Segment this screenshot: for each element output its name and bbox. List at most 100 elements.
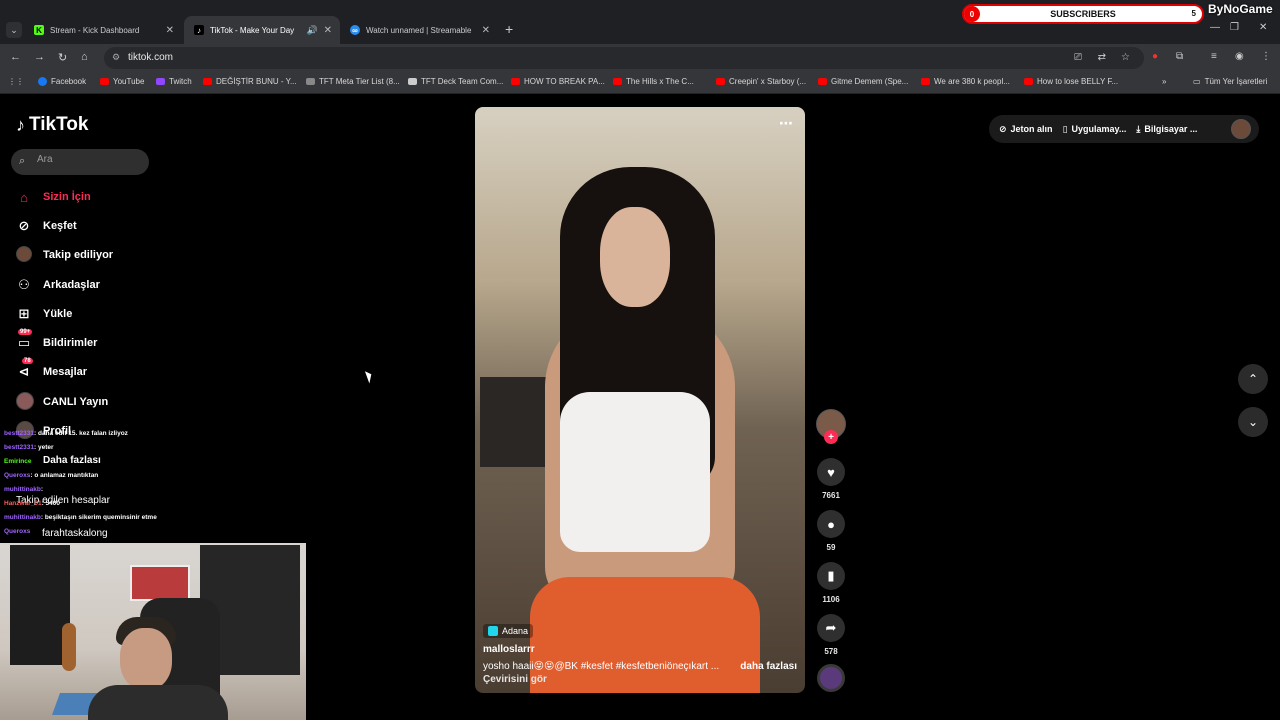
bookmark-twitch[interactable]: Twitch <box>156 77 192 86</box>
get-coins-button[interactable]: ⊘ Jeton alın <box>999 124 1053 135</box>
share-action[interactable]: ➦ 578 <box>817 614 845 656</box>
tiktok-logo[interactable]: ♪ TikTok <box>16 114 88 136</box>
youtube-icon <box>716 78 725 85</box>
see-translation-link[interactable]: Çevirisini gör <box>483 674 797 685</box>
like-action[interactable]: ♥ 7661 <box>817 458 845 500</box>
chat-text: : o anlamaz mantıktan <box>30 472 99 479</box>
chat-text: : yeter <box>34 444 54 451</box>
extensions-puzzle-icon[interactable]: ⧉ <box>1176 51 1183 62</box>
subscriber-goal: 5 <box>1191 9 1196 18</box>
bookmark-item[interactable]: Creepin' x Starboy (... <box>716 77 806 86</box>
compass-icon: ⊘ <box>18 218 30 233</box>
tab-search-chevron-icon[interactable]: ⌄ <box>6 22 22 38</box>
bookmark-item[interactable]: How to lose BELLY F... <box>1024 77 1118 86</box>
save-action[interactable]: ▮ 1106 <box>817 562 845 604</box>
video-author-username[interactable]: malloslarrr <box>483 644 797 655</box>
streamable-icon: ∞ <box>350 25 360 35</box>
bookmark-item[interactable]: TFT Deck Team Com... <box>408 77 503 86</box>
nav-messages[interactable]: ⊲ 78 Mesajlar <box>16 358 87 383</box>
webcam-streamer-body <box>88 685 228 720</box>
bookmark-item[interactable]: HOW TO BREAK PA... <box>511 77 605 86</box>
address-bar[interactable]: ⚙ tiktok.com ⎚ ⇄ ☆ <box>104 47 1144 69</box>
bookmark-star-icon[interactable]: ☆ <box>1121 52 1130 63</box>
translate-icon[interactable]: ⇄ <box>1098 52 1106 63</box>
twitch-icon <box>156 78 165 85</box>
share-icon[interactable]: ➦ <box>817 614 845 642</box>
apps-grid-icon[interactable]: ⋮⋮ <box>8 77 24 86</box>
menu-kebab-icon[interactable]: ⋮ <box>1261 51 1271 62</box>
tab-kick-dashboard[interactable]: K Stream - Kick Dashboard ✕ <box>24 16 182 44</box>
nav-for-you[interactable]: ⌂ Sizin İçin <box>16 186 91 208</box>
install-app-icon[interactable]: ⎚ <box>1074 52 1082 63</box>
button-label: Bilgisayar ... <box>1144 124 1198 134</box>
home-page-icon[interactable]: ⌂ <box>81 51 88 63</box>
video-player[interactable]: ⋯ Adana malloslarrr yosho haaii😝😝@BK #ke… <box>475 107 805 693</box>
follow-plus-icon[interactable]: + <box>824 430 838 444</box>
user-avatar[interactable] <box>1231 119 1251 139</box>
chat-username: bestt2331 <box>4 430 34 437</box>
header-actions: ⊘ Jeton alın ▯ Uygulamay... ⤓ Bilgisayar ..… <box>989 115 1259 143</box>
nav-upload[interactable]: ⊞ Yükle <box>16 303 73 325</box>
tiktok-icon: ♪ <box>16 114 25 135</box>
bookmark-item[interactable]: The Hills x The C... <box>613 77 694 86</box>
search-box[interactable]: ⌕ <box>11 149 149 175</box>
bookmark-item[interactable]: DEĞİŞTİR BUNU - Y... <box>203 77 297 86</box>
more-options-icon[interactable]: ⋯ <box>779 115 793 132</box>
like-count: 7661 <box>822 491 840 500</box>
back-icon[interactable]: ← <box>10 51 21 63</box>
chat-username: Emirince <box>4 458 32 465</box>
video-description: yosho haaii😝😝@BK #kesfet #kesfetbeniöneç… <box>483 661 797 672</box>
bookmark-facebook[interactable]: Facebook <box>38 77 86 86</box>
bookmark-icon[interactable]: ▮ <box>817 562 845 590</box>
heart-icon[interactable]: ♥ <box>817 458 845 486</box>
bookmark-label: DEĞİŞTİR BUNU - Y... <box>216 77 297 86</box>
bookmark-item[interactable]: TFT Meta Tier List (8... <box>306 77 400 86</box>
comment-action[interactable]: ● 59 <box>817 510 845 552</box>
nav-live[interactable]: CANLI Yayın <box>16 391 108 413</box>
comment-icon[interactable]: ● <box>817 510 845 538</box>
window-close-icon[interactable]: ✕ <box>1259 22 1267 33</box>
nav-following[interactable]: Takip ediliyor <box>16 244 113 266</box>
search-input[interactable] <box>37 154 137 165</box>
next-video-chevron-down-icon[interactable]: ⌄ <box>1238 407 1268 437</box>
nav-label: Yükle <box>43 308 73 320</box>
all-bookmarks-folder[interactable]: ▭ Tüm Yer İşaretleri <box>1193 77 1267 86</box>
tab-tiktok[interactable]: ♪ TikTok - Make Your Day 🔊 ✕ <box>184 16 340 44</box>
bookmark-youtube[interactable]: YouTube <box>100 77 144 86</box>
desktop-app-button[interactable]: ⤓ Bilgisayar ... <box>1136 124 1197 135</box>
extension-record-icon[interactable]: ● <box>1152 51 1158 62</box>
bookmark-item[interactable]: Gitme Demem (Spe... <box>818 77 908 86</box>
inbox-icon: ▭ 99+ <box>17 329 33 350</box>
more-bookmarks-chevron-icon[interactable]: » <box>1162 77 1166 86</box>
get-app-button[interactable]: ▯ Uygulamay... <box>1063 124 1127 135</box>
phone-icon: ▯ <box>1062 123 1068 134</box>
chat-username: Queroxs <box>4 528 31 535</box>
see-more-link[interactable]: daha fazlası <box>740 661 797 672</box>
bookmark-label: We are 380 k peopl... <box>934 77 1010 86</box>
nav-explore[interactable]: ⊘ Keşfet <box>16 215 77 237</box>
previous-video-chevron-up-icon[interactable]: ⌃ <box>1238 364 1268 394</box>
chat-username: Hanzwar_01 <box>4 500 42 507</box>
bookmark-item[interactable]: We are 380 k peopl... <box>921 77 1010 86</box>
new-tab-plus-icon[interactable]: + <box>505 21 513 37</box>
speaker-icon[interactable]: 🔊 <box>307 25 318 36</box>
download-icon: ⤓ <box>1136 123 1141 134</box>
reload-icon[interactable]: ↻ <box>58 51 67 64</box>
nav-friends[interactable]: ⚇ Arkadaşlar <box>16 274 100 296</box>
close-icon[interactable]: ✕ <box>482 25 490 36</box>
profile-icon[interactable]: ◉ <box>1235 51 1244 62</box>
media-controls-icon[interactable]: ≡ <box>1211 51 1217 62</box>
location-tag[interactable]: Adana <box>483 624 534 638</box>
minimize-icon[interactable]: — <box>1210 22 1220 33</box>
facebook-icon <box>38 77 47 86</box>
site-info-icon[interactable]: ⚙ <box>112 52 120 63</box>
nav-label: Arkadaşlar <box>43 279 100 291</box>
youtube-icon <box>100 78 109 85</box>
forward-icon[interactable]: → <box>34 51 45 63</box>
tab-streamable[interactable]: ∞ Watch unnamed | Streamable ✕ <box>340 16 498 44</box>
close-icon[interactable]: ✕ <box>324 25 332 36</box>
restore-icon[interactable]: ❐ <box>1230 22 1239 33</box>
close-icon[interactable]: ✕ <box>166 25 174 36</box>
music-disc-icon[interactable] <box>817 664 845 692</box>
nav-notifications[interactable]: ▭ 99+ Bildirimler <box>16 329 97 354</box>
